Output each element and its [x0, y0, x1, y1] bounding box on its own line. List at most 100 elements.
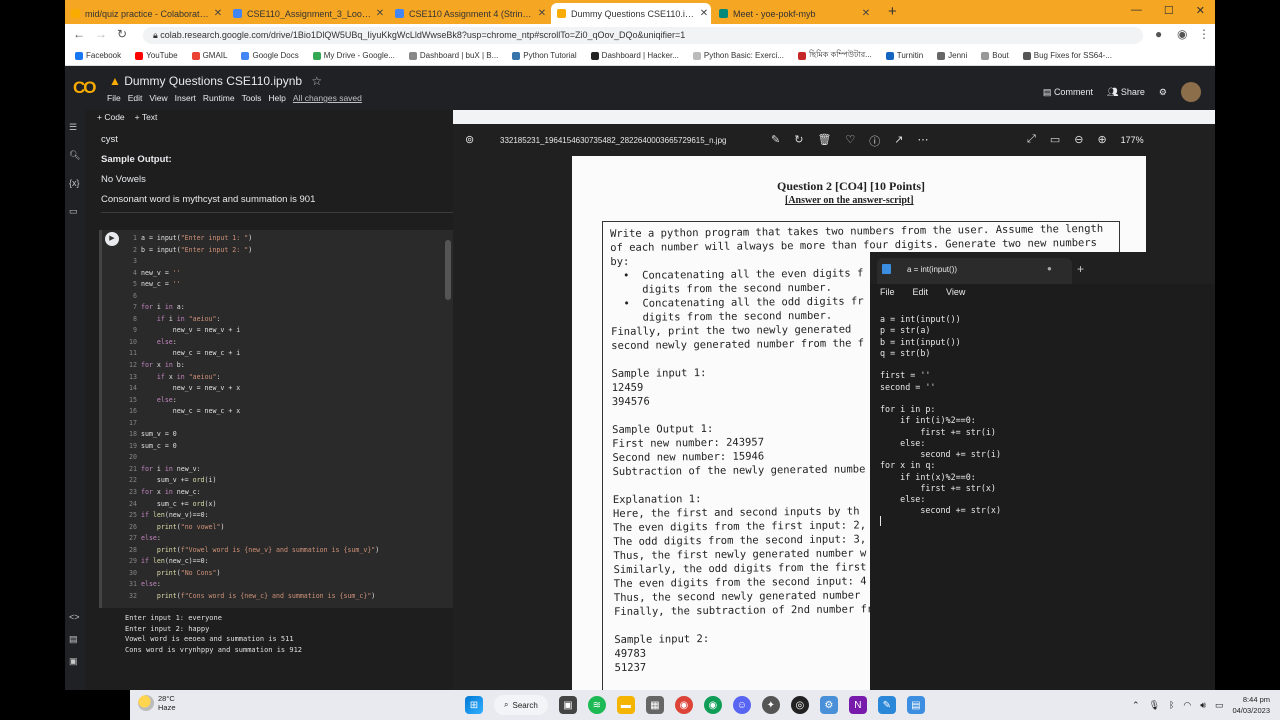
close-tab-icon[interactable]: ✕ [859, 8, 873, 19]
bookmark[interactable]: Facebook [75, 51, 121, 60]
notebook-scrollbar[interactable] [445, 240, 451, 300]
edit-icon[interactable]: ✎ [771, 133, 780, 149]
bluetooth-icon[interactable]: ᛒ [1169, 700, 1174, 710]
clock[interactable]: 8:44 pm 04/03/2023 [1232, 694, 1270, 716]
menu-help[interactable]: Help [268, 93, 285, 103]
rotate-icon[interactable]: ↻ [794, 133, 803, 149]
bookmark[interactable]: Dashboard | buX | B... [408, 51, 498, 60]
wifi-icon[interactable]: ◠ [1183, 700, 1191, 711]
volume-icon[interactable]: 🔊︎ [1200, 700, 1206, 711]
menu-runtime[interactable]: Runtime [203, 93, 235, 103]
avatar[interactable] [1181, 82, 1201, 102]
forward-icon[interactable]: → [95, 27, 107, 41]
share-button[interactable]: 👥︎ Share [1107, 87, 1145, 98]
more-icon[interactable]: ⋯ [918, 133, 929, 149]
fullscreen-icon[interactable]: ⤢ [1027, 133, 1036, 146]
terminal-icon[interactable]: ▣ [69, 656, 78, 667]
bookmark[interactable]: Bout [981, 51, 1009, 60]
menu-view[interactable]: View [149, 93, 167, 103]
close-tab-icon[interactable]: ✕ [535, 8, 549, 19]
settings-icon[interactable]: ⚙ [819, 696, 838, 714]
maximize-icon[interactable]: ☐ [1164, 4, 1174, 17]
chrome-icon[interactable]: ◉ [674, 696, 693, 714]
notepad-menu-file[interactable]: File [880, 287, 895, 297]
share-icon[interactable]: ↗ [894, 133, 903, 149]
variables-icon[interactable]: {x} [69, 178, 80, 188]
save-status[interactable]: All changes saved [293, 93, 362, 103]
browser-tab-1[interactable]: mid/quiz practice - Colaboratory ✕ [65, 3, 225, 24]
app-icon[interactable]: ✦ [761, 696, 780, 714]
code-editor-icon[interactable]: ✎ [877, 696, 896, 714]
notepad-editor[interactable]: a = int(input()) p = str(a) b = int(inpu… [880, 314, 1001, 517]
close-tab-icon[interactable]: ✕ [211, 8, 225, 19]
bookmark[interactable]: Python Basic: Exerci... [692, 51, 784, 60]
bookmark[interactable]: Python Tutorial [512, 51, 577, 60]
bookmark[interactable]: Jenni [937, 51, 967, 60]
file-explorer-icon[interactable]: ▬ [616, 696, 635, 714]
close-window-icon[interactable]: ✕ [1196, 4, 1205, 17]
menu-file[interactable]: File [107, 93, 121, 103]
notepad-menu-view[interactable]: View [946, 287, 965, 297]
battery-icon[interactable]: ▭ [1215, 700, 1224, 711]
kebab-menu-icon[interactable]: ⋮ [1198, 27, 1210, 41]
unsaved-dot-icon[interactable]: ● [1047, 264, 1052, 273]
spotify-icon[interactable]: ≋ [587, 696, 606, 714]
browser-tab-active[interactable]: Dummy Questions CSE110.ipynb ✕ [551, 3, 711, 24]
bookmark[interactable]: Dashboard | Hacker... [590, 51, 679, 60]
notepad-taskbar-icon[interactable]: ▤ [906, 696, 925, 714]
browser-tab-3[interactable]: CSE110 Assignment 4 (String).docx ✕ [389, 3, 549, 24]
profile-icon[interactable]: ● [1155, 27, 1162, 41]
chrome-profile-icon[interactable]: ◉ [703, 696, 722, 714]
zoom-in-icon[interactable]: ⊕ [1097, 133, 1106, 146]
command-palette-icon[interactable]: ▤ [69, 634, 78, 645]
chevron-up-icon[interactable]: ⌃ [1132, 700, 1140, 711]
notepad-menu-edit[interactable]: Edit [913, 287, 929, 297]
info-icon[interactable]: ⓘ [869, 133, 880, 149]
run-cell-button[interactable]: ▶ [105, 232, 119, 246]
minimize-icon[interactable]: — [1131, 4, 1142, 17]
discord-icon[interactable]: ☺ [732, 696, 751, 714]
avatar-icon[interactable]: ◉ [1177, 27, 1187, 41]
close-tab-icon[interactable]: ✕ [373, 8, 387, 19]
star-icon[interactable]: ☆ [311, 74, 322, 88]
code-editor[interactable]: 1a = input("Enter input 1: ") 2b = input… [125, 233, 379, 603]
back-icon[interactable]: ← [73, 27, 85, 41]
menu-insert[interactable]: Insert [175, 93, 196, 103]
new-tab-button[interactable]: + [888, 3, 897, 20]
zoom-out-icon[interactable]: ⊖ [1074, 133, 1083, 146]
comment-button[interactable]: ▤ Comment [1043, 87, 1093, 98]
bookmark[interactable]: Bug Fixes for SS64-... [1022, 51, 1112, 60]
add-code-button[interactable]: + Code [97, 112, 125, 122]
notepad-new-tab-button[interactable]: + [1077, 262, 1084, 276]
files-icon[interactable]: ▭ [69, 206, 78, 217]
bookmark[interactable]: Turnitin [885, 51, 923, 60]
task-view-icon[interactable]: ▣ [558, 696, 577, 714]
address-bar[interactable]: 🔒︎ colab.research.google.com/drive/1Bio1… [143, 27, 1143, 44]
fit-icon[interactable]: ▭ [1050, 133, 1060, 146]
weather-widget[interactable]: 28°C Haze [138, 694, 176, 712]
notebook-title[interactable]: ▲ Dummy Questions CSE110.ipynb ☆ [109, 74, 322, 88]
microphone-icon[interactable]: 🎙︎ [1149, 700, 1160, 711]
onenote-icon[interactable]: N [848, 696, 867, 714]
windows-start-icon[interactable]: ⊞ [465, 696, 483, 714]
close-tab-icon[interactable]: ✕ [697, 8, 711, 19]
search-icon[interactable]: 🔍︎ [69, 150, 80, 161]
settings-gear-icon[interactable]: ⚙ [1159, 87, 1167, 98]
menu-tools[interactable]: Tools [242, 93, 262, 103]
bookmark[interactable]: ছিমিক কম্পিউটার... [797, 49, 872, 62]
browser-tab-5[interactable]: Meet - yoe-pokf-myb ✕ [713, 3, 873, 24]
browser-tab-2[interactable]: CSE110_Assignment_3_Loops.docx ✕ [227, 3, 387, 24]
bookmark[interactable]: YouTube [135, 51, 178, 60]
github-icon[interactable]: ◎ [790, 696, 809, 714]
code-snippets-icon[interactable]: <> [69, 612, 80, 622]
toc-icon[interactable]: ☰ [69, 122, 77, 133]
bookmark[interactable]: My Drive - Google... [312, 51, 395, 60]
bookmark[interactable]: Google Docs [241, 51, 299, 60]
bookmark[interactable]: GMAIL [191, 51, 227, 60]
delete-icon[interactable]: 🗑︎ [817, 133, 831, 149]
text-cell[interactable]: cyst Sample Output: No Vowels Consonant … [101, 130, 453, 210]
store-icon[interactable]: ▦ [645, 696, 664, 714]
favorite-icon[interactable]: ♡ [845, 133, 855, 149]
reload-icon[interactable]: ↻ [117, 27, 127, 41]
taskbar-search[interactable]: ⌕ Search [494, 695, 548, 715]
